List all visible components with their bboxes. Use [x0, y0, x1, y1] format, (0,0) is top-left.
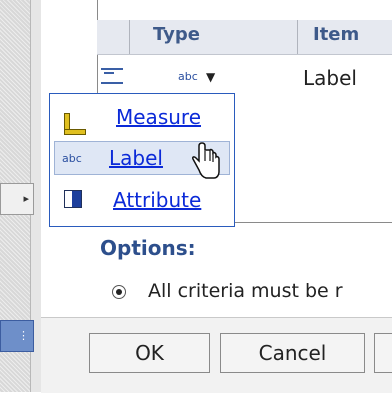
menu-link-measure[interactable]: Measure	[116, 105, 201, 129]
attribute-icon	[64, 190, 82, 208]
ruler-icon	[64, 113, 86, 135]
side-panel-button[interactable]: ⋮	[0, 320, 34, 352]
menu-link-attribute[interactable]: Attribute	[113, 188, 201, 212]
menu-item-attribute[interactable]: Attribute	[54, 183, 230, 217]
type-dropdown[interactable]: abc	[178, 70, 198, 83]
help-button[interactable]	[374, 333, 392, 373]
column-divider	[129, 20, 130, 54]
all-criteria-radio[interactable]	[112, 285, 126, 299]
all-criteria-label: All criteria must be r	[148, 280, 343, 302]
item-cell: Label	[303, 66, 357, 90]
ok-button[interactable]: OK	[89, 333, 210, 373]
hand-cursor-icon	[192, 142, 220, 179]
row-arrow-icon	[101, 68, 123, 84]
item-column-header: Item	[313, 24, 360, 45]
chevron-down-icon[interactable]: ▼	[206, 70, 215, 84]
abc-icon: abc	[62, 152, 82, 165]
type-column-header: Type	[153, 24, 200, 45]
column-divider[interactable]	[297, 20, 298, 54]
cancel-button[interactable]: Cancel	[220, 333, 365, 373]
options-heading: Options:	[100, 236, 196, 260]
menu-item-measure[interactable]: Measure	[54, 99, 230, 135]
menu-link-label[interactable]: Label	[109, 146, 163, 170]
collapse-button[interactable]: ▸	[0, 183, 34, 215]
